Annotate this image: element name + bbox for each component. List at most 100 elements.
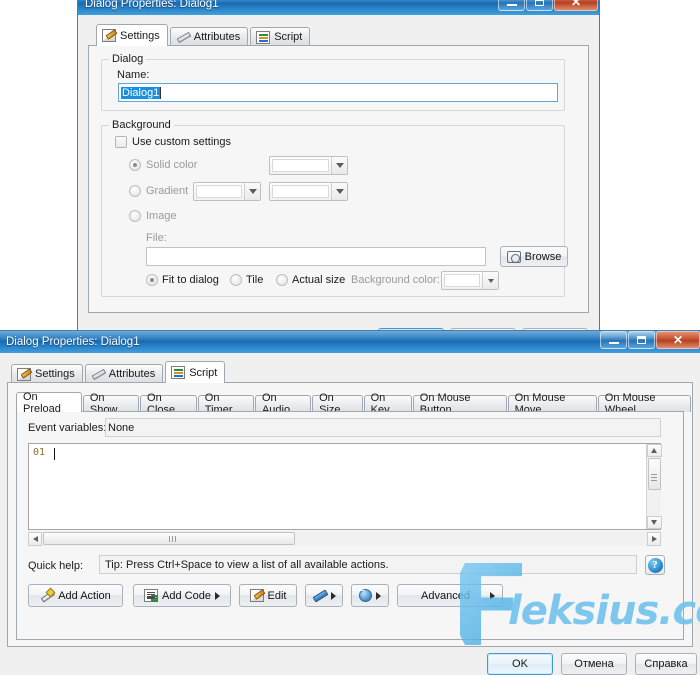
settings-tabstrip: Settings Attributes Script bbox=[88, 24, 589, 46]
script-ok-button[interactable]: OK bbox=[487, 653, 553, 675]
event-tab-on-mouse-wheel[interactable]: On Mouse Wheel bbox=[597, 392, 691, 416]
quick-help-label: Quick help: bbox=[28, 560, 84, 572]
tab-settings-label: Settings bbox=[120, 29, 160, 42]
script-tab-pane: On Preload On Show On Close On Timer On … bbox=[7, 382, 693, 647]
pen-icon bbox=[313, 589, 327, 602]
script-window-titlebar[interactable]: Dialog Properties: Dialog1 ✕ bbox=[0, 331, 700, 353]
fit-to-dialog-radio[interactable] bbox=[146, 274, 158, 286]
settings-window-titlebar[interactable]: Dialog Properties: Dialog1 ✕ bbox=[78, 0, 599, 15]
maximize-button[interactable] bbox=[628, 331, 655, 349]
chevron-right-icon bbox=[330, 591, 336, 600]
scroll-up-button[interactable] bbox=[646, 444, 662, 457]
tab-attributes-label: Attributes bbox=[108, 368, 156, 380]
solid-color-label: Solid color bbox=[146, 159, 198, 171]
settings-window-controls: ✕ bbox=[497, 0, 598, 11]
event-tab-on-audio[interactable]: On Audio bbox=[254, 392, 312, 416]
grip-icon bbox=[168, 535, 170, 542]
image-file-input[interactable] bbox=[146, 247, 486, 266]
globe-tool-button[interactable] bbox=[351, 584, 389, 607]
event-tab-on-mouse-button[interactable]: On Mouse Button bbox=[412, 392, 507, 416]
event-tab-on-show[interactable]: On Show bbox=[82, 392, 140, 416]
gradient-color2-combo[interactable] bbox=[269, 182, 348, 201]
image-radio[interactable] bbox=[129, 210, 141, 222]
script-help-button[interactable]: Справка bbox=[635, 653, 697, 675]
settings-tab-pane: Dialog Name: Dialog1 Background Use cust… bbox=[88, 45, 589, 313]
scroll-down-button[interactable] bbox=[646, 516, 662, 529]
file-label: File: bbox=[146, 232, 167, 244]
pen-tool-button[interactable] bbox=[305, 584, 343, 607]
actual-size-radio[interactable] bbox=[276, 274, 288, 286]
triangle-right-icon bbox=[651, 535, 657, 542]
background-color-swatch bbox=[444, 274, 480, 287]
use-custom-settings-checkbox[interactable] bbox=[115, 136, 127, 148]
tab-settings[interactable]: Settings bbox=[96, 24, 168, 46]
browse-button[interactable]: Browse bbox=[500, 246, 568, 267]
help-button[interactable]: ? bbox=[645, 555, 665, 575]
browse-label: Browse bbox=[524, 250, 562, 263]
tab-attributes[interactable]: Attributes bbox=[169, 27, 249, 46]
grip-icon bbox=[651, 473, 657, 475]
event-tab-on-close[interactable]: On Close bbox=[140, 392, 197, 416]
solid-color-radio[interactable] bbox=[129, 159, 141, 171]
event-tab-on-key[interactable]: On Key bbox=[363, 392, 412, 416]
chevron-right-icon bbox=[490, 591, 495, 600]
name-label: Name: bbox=[117, 69, 150, 81]
maximize-button[interactable] bbox=[526, 0, 553, 11]
solid-color-dropdown[interactable] bbox=[331, 157, 347, 174]
close-icon: ✕ bbox=[570, 0, 582, 9]
editor-horizontal-scrollbar[interactable] bbox=[28, 531, 661, 546]
editor-caret bbox=[54, 448, 55, 460]
code-editor[interactable]: 01 bbox=[28, 443, 661, 530]
tab-script[interactable]: Script bbox=[165, 361, 226, 383]
event-tab-on-size[interactable]: On Size bbox=[312, 392, 363, 416]
tab-script[interactable]: Script bbox=[250, 27, 311, 46]
background-color-dropdown[interactable] bbox=[482, 272, 498, 289]
background-color-label: Background color: bbox=[351, 274, 440, 286]
background-color-combo[interactable] bbox=[441, 271, 499, 290]
event-tab-on-timer[interactable]: On Timer bbox=[197, 392, 254, 416]
triangle-up-icon bbox=[651, 448, 657, 453]
solid-color-swatch bbox=[272, 159, 329, 172]
event-tab-on-preload[interactable]: On Preload bbox=[16, 390, 82, 415]
gradient-radio[interactable] bbox=[129, 185, 141, 197]
dialog-group-legend: Dialog bbox=[109, 53, 147, 65]
add-code-button[interactable]: + Add Code bbox=[133, 584, 231, 607]
fit-to-dialog-label: Fit to dialog bbox=[162, 274, 219, 286]
dialog-name-input[interactable]: Dialog1 bbox=[118, 83, 558, 102]
event-tab-on-preload-label: On Preload bbox=[23, 390, 61, 415]
gradient-color1-dropdown[interactable] bbox=[244, 183, 260, 200]
script-window-title: Dialog Properties: Dialog1 bbox=[6, 336, 140, 348]
edit-button[interactable]: Edit bbox=[239, 584, 297, 607]
script-icon bbox=[256, 30, 271, 44]
event-tab-on-mouse-move[interactable]: On Mouse Move bbox=[507, 392, 597, 416]
settings-icon bbox=[102, 29, 116, 42]
script-window: Dialog Properties: Dialog1 ✕ Settings At… bbox=[0, 330, 700, 675]
edit-icon bbox=[249, 589, 264, 602]
add-action-button[interactable]: Add Action bbox=[28, 584, 123, 607]
tab-settings[interactable]: Settings bbox=[11, 364, 83, 383]
gradient-color1-combo[interactable] bbox=[193, 182, 261, 201]
magic-wand-icon bbox=[40, 589, 54, 602]
chevron-down-icon bbox=[335, 189, 344, 194]
add-code-icon: + bbox=[144, 589, 159, 602]
editor-vertical-scrollbar[interactable] bbox=[646, 444, 662, 529]
settings-window-body: Settings Attributes Script Dialog Name: bbox=[78, 15, 599, 350]
close-button[interactable]: ✕ bbox=[554, 0, 598, 11]
add-action-label: Add Action bbox=[58, 589, 111, 602]
editor-hscroll-thumb[interactable] bbox=[43, 532, 295, 545]
settings-window: Dialog Properties: Dialog1 ✕ Settings At… bbox=[77, 0, 600, 350]
close-button[interactable]: ✕ bbox=[656, 331, 700, 349]
scroll-right-button[interactable] bbox=[647, 531, 661, 546]
minimize-button[interactable] bbox=[498, 0, 525, 11]
tab-attributes[interactable]: Attributes bbox=[84, 364, 164, 383]
advanced-button[interactable]: Advanced bbox=[397, 584, 503, 607]
gradient-color2-dropdown[interactable] bbox=[331, 183, 347, 200]
solid-color-combo[interactable] bbox=[269, 156, 348, 175]
tile-radio[interactable] bbox=[230, 274, 242, 286]
editor-vscroll-thumb[interactable] bbox=[647, 458, 661, 490]
minimize-button[interactable] bbox=[600, 331, 627, 349]
image-label: Image bbox=[146, 210, 177, 222]
edit-label: Edit bbox=[267, 589, 287, 602]
scroll-left-button[interactable] bbox=[28, 531, 42, 546]
script-cancel-button[interactable]: Отмена bbox=[561, 653, 627, 675]
